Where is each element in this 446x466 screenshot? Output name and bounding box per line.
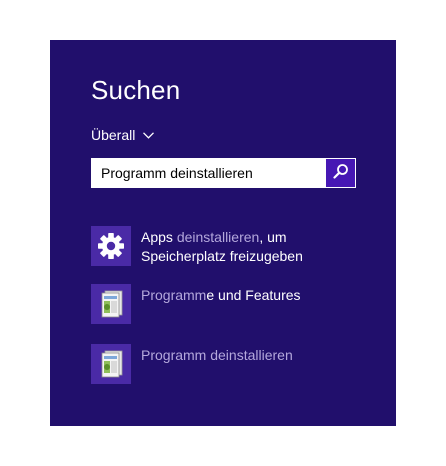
result-label: Programm deinstallieren [141, 346, 293, 365]
result-label-match: deinstallieren [176, 229, 260, 245]
search-scope-dropdown[interactable]: Überall [91, 127, 155, 143]
search-input[interactable] [92, 159, 326, 187]
search-box [91, 158, 356, 188]
search-scope-label: Überall [91, 127, 136, 143]
result-program-uninstall[interactable]: Programm deinstallieren [91, 344, 293, 384]
search-title: Suchen [91, 75, 181, 105]
result-label-line2: Speicherplatz freizugeben [141, 248, 303, 264]
magnifier-icon [332, 163, 349, 184]
search-button[interactable] [326, 159, 355, 187]
result-label-part: , um [259, 229, 287, 245]
chevron-down-icon [143, 131, 155, 139]
result-label-match: Programm deinstallieren [141, 347, 293, 363]
result-apps-uninstall[interactable]: Apps deinstallieren, um Speicherplatz fr… [91, 226, 303, 266]
result-label-match: Programm [141, 287, 207, 303]
gear-icon [91, 226, 131, 266]
result-label-part: e und Features [206, 287, 301, 303]
search-charm-panel: Suchen Überall Programm deinstallieren A… [50, 40, 396, 426]
control-panel-icon [91, 284, 131, 324]
result-label: Apps deinstallieren, um Speicherplatz fr… [141, 228, 303, 266]
result-label: Programme und Features [141, 286, 301, 305]
control-panel-icon [91, 344, 131, 384]
result-label-part: Apps [141, 229, 177, 245]
result-programs-features[interactable]: Programme und Features [91, 284, 301, 324]
